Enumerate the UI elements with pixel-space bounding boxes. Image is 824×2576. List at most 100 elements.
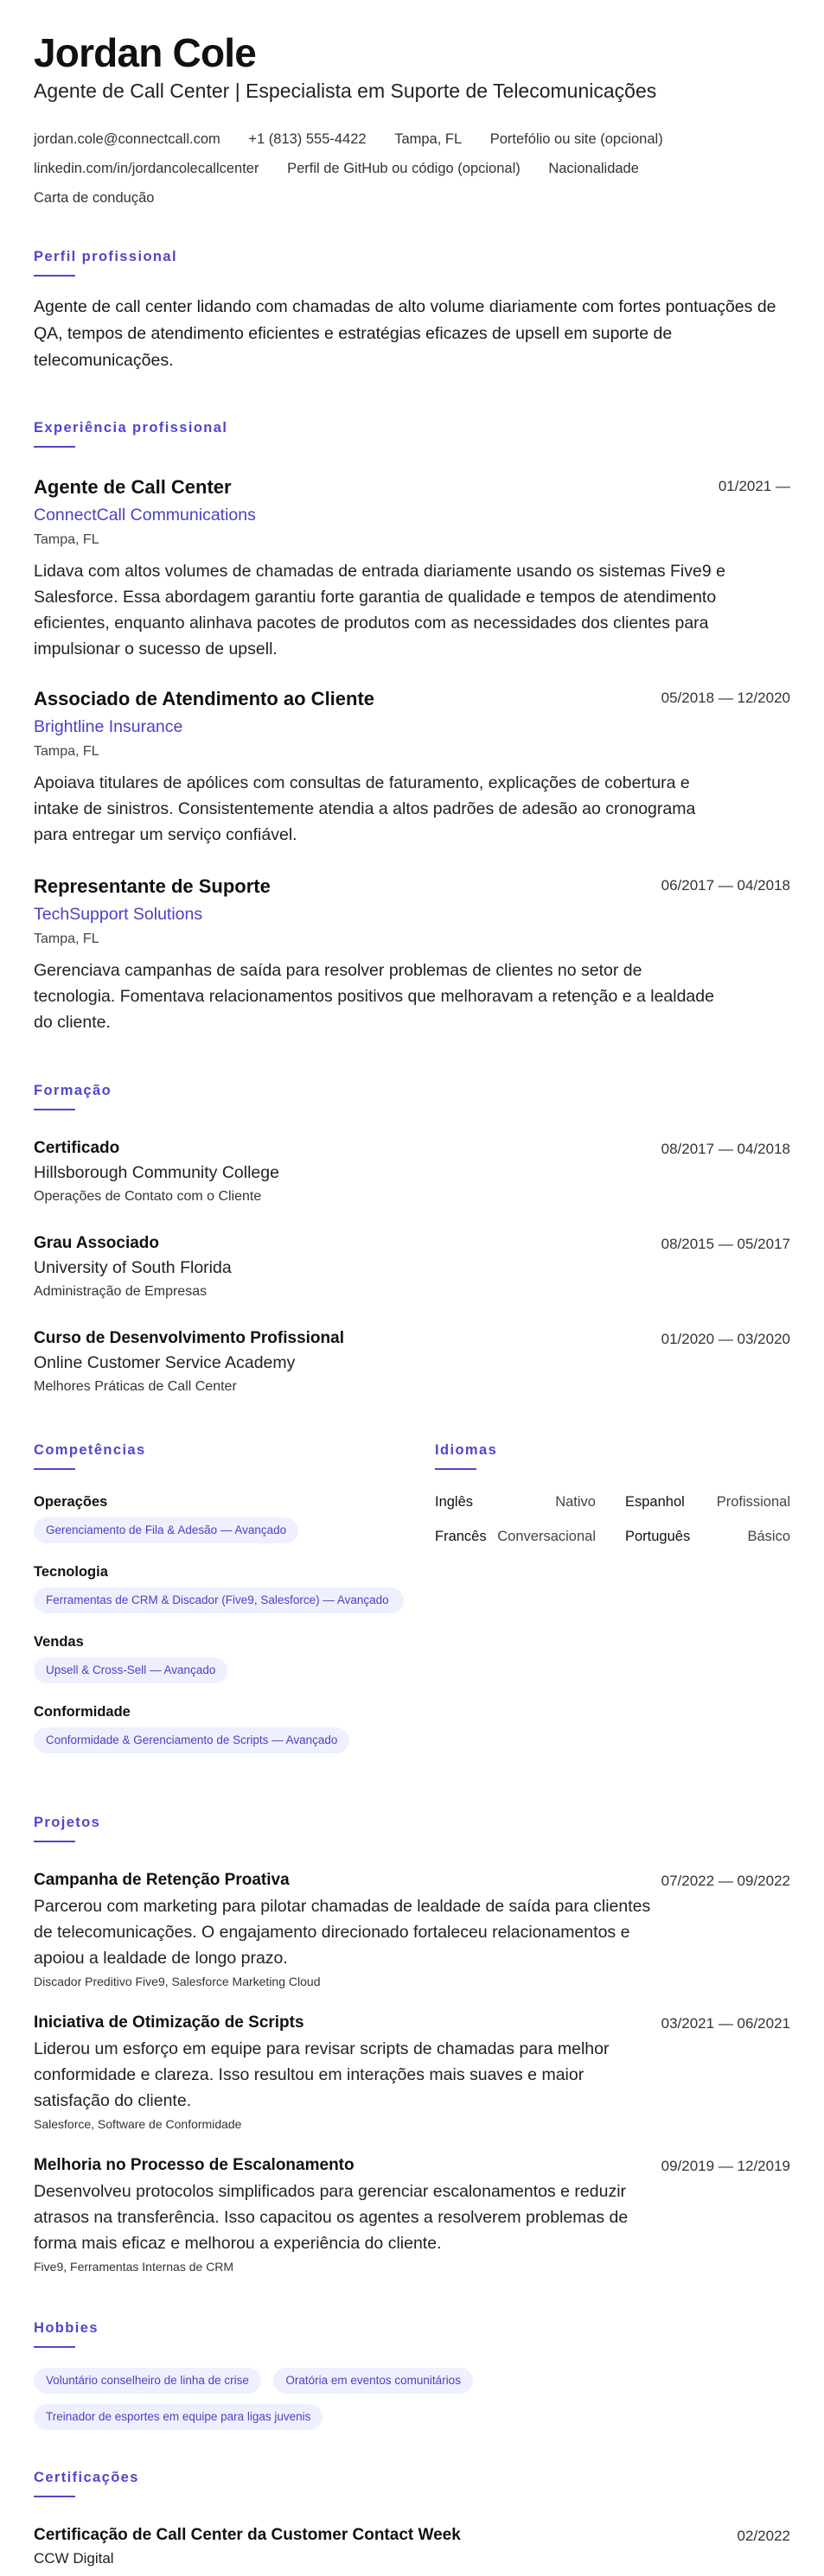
experience-entry: Agente de Call Center 01/2021 — ConnectC… — [34, 476, 790, 662]
experience-entry: Associado de Atendimento ao Cliente 05/2… — [34, 688, 790, 848]
section-title-profile: Perfil profissional — [34, 249, 177, 264]
section-divider — [34, 1468, 75, 1470]
skill-chip: Upsell & Cross-Sell — Avançado — [34, 1657, 228, 1683]
skill-category: Vendas — [34, 1634, 84, 1650]
education-field: Melhores Práticas de Call Center — [34, 1379, 237, 1394]
job-location: Tampa, FL — [34, 932, 99, 946]
skills-list: Operações Gerenciamento de Fila & Adesão… — [34, 1494, 414, 1774]
hobbies-list: Voluntário conselheiro de linha de crise… — [34, 2368, 790, 2440]
contact-location: Tampa, FL — [394, 131, 463, 147]
section-title-experience: Experiência profissional — [34, 420, 228, 436]
job-description: Gerenciava campanhas de saída para resol… — [34, 961, 714, 1032]
contact-driving-license: Carta de condução — [34, 190, 155, 206]
education-entry: Grau Associado 08/2015 — 05/2017 Univers… — [34, 1234, 790, 1300]
section-title-certifications: Certificações — [34, 2470, 139, 2485]
project-technologies: Discador Preditivo Five9, Salesforce Mar… — [34, 1975, 321, 1988]
project-dates: 09/2019 — 12/2019 — [661, 2158, 790, 2174]
contact-list: jordan.cole@connectcall.com +1 (813) 555… — [34, 124, 795, 213]
skill-category: Conformidade — [34, 1704, 131, 1720]
section-divider — [34, 1841, 75, 1842]
language-level: Nativo — [555, 1494, 596, 1510]
project-entry: Iniciativa de Otimização de Scripts 03/2… — [34, 2013, 790, 2131]
section-title-education: Formação — [34, 1083, 112, 1098]
skill-chip: Conformidade & Gerenciamento de Scripts … — [34, 1727, 350, 1753]
skill-chip: Ferramentas de CRM & Discador (Five9, Sa… — [34, 1587, 404, 1613]
contact-phone[interactable]: +1 (813) 555-4422 — [248, 124, 366, 154]
languages-table: Inglês Nativo Espanhol Profissional Fran… — [435, 1494, 790, 1563]
skill-category: Operações — [34, 1494, 108, 1510]
section-divider — [34, 2346, 75, 2348]
hobby-chip: Treinador de esportes em equipe para lig… — [34, 2404, 323, 2430]
project-technologies: Salesforce, Software de Conformidade — [34, 2117, 242, 2131]
project-entry: Campanha de Retenção Proativa 07/2022 — … — [34, 1871, 790, 1988]
education-dates: 08/2015 — 05/2017 — [661, 1236, 790, 1252]
profile-summary: Agente de call center lidando com chamad… — [34, 297, 776, 370]
language-level: Profissional — [716, 1494, 790, 1510]
job-location: Tampa, FL — [34, 744, 99, 759]
resume-page: Jordan Cole Agente de Call Center | Espe… — [0, 0, 824, 2576]
education-dates: 01/2020 — 03/2020 — [661, 1331, 790, 1347]
project-description: Liderou um esforço em equipe para revisa… — [34, 2039, 610, 2110]
skill-chip: Gerenciamento de Fila & Adesão — Avançad… — [34, 1517, 299, 1543]
job-description: Lidava com altos volumes de chamadas de … — [34, 562, 725, 658]
job-company: Brightline Insurance — [34, 717, 183, 736]
section-title-skills: Competências — [34, 1442, 146, 1458]
contact-portfolio[interactable]: Portefólio ou site (opcional) — [490, 124, 663, 154]
section-divider — [34, 275, 75, 277]
project-dates: 03/2021 — 06/2021 — [661, 2015, 790, 2032]
education-entry: Certificado 08/2017 — 04/2018 Hillsborou… — [34, 1139, 790, 1205]
skill-group: Operações Gerenciamento de Fila & Adesão… — [34, 1494, 414, 1543]
language-name: Francês — [435, 1529, 487, 1544]
project-description: Parcerou com marketing para pilotar cham… — [34, 1897, 651, 1968]
education-institution: Hillsborough Community College — [34, 1163, 279, 1182]
language-name: Português — [625, 1529, 691, 1544]
certification-date: 02/2022 — [737, 2528, 790, 2544]
job-company: ConnectCall Communications — [34, 506, 256, 525]
hobby-chip: Voluntário conselheiro de linha de crise — [34, 2368, 261, 2394]
job-company: TechSupport Solutions — [34, 905, 203, 924]
section-divider — [34, 2496, 75, 2497]
skill-group: Vendas Upsell & Cross-Sell — Avançado — [34, 1634, 414, 1683]
certification-entry: Certificação de Call Center da Customer … — [34, 2526, 790, 2567]
job-dates: 06/2017 — 04/2018 — [661, 877, 790, 894]
project-dates: 07/2022 — 09/2022 — [661, 1873, 790, 1889]
language-level: Conversacional — [497, 1529, 596, 1544]
language-name: Espanhol — [625, 1494, 685, 1510]
skill-category: Tecnologia — [34, 1564, 108, 1580]
certification-name: Certificação de Call Center da Customer … — [34, 2526, 461, 2544]
job-location: Tampa, FL — [34, 532, 99, 547]
section-title-projects: Projetos — [34, 1815, 101, 1830]
hobby-chip: Oratória em eventos comunitários — [273, 2368, 473, 2394]
section-title-languages: Idiomas — [435, 1442, 498, 1458]
section-title-hobbies: Hobbies — [34, 2320, 99, 2336]
section-divider — [34, 446, 75, 448]
job-dates: 05/2018 — 12/2020 — [661, 690, 790, 706]
education-institution: University of South Florida — [34, 1258, 232, 1277]
contact-github[interactable]: Perfil de GitHub ou código (opcional) — [287, 154, 521, 183]
contact-nationality: Nacionalidade — [548, 161, 639, 176]
project-description: Desenvolveu protocolos simplificados par… — [34, 2182, 629, 2253]
project-entry: Melhoria no Processo de Escalonamento 09… — [34, 2156, 790, 2274]
section-divider — [435, 1468, 476, 1470]
education-dates: 08/2017 — 04/2018 — [661, 1141, 790, 1157]
contact-email[interactable]: jordan.cole@connectcall.com — [34, 124, 220, 154]
candidate-name: Jordan Cole — [34, 30, 257, 75]
skill-group: Conformidade Conformidade & Gerenciament… — [34, 1704, 414, 1753]
skill-group: Tecnologia Ferramentas de CRM & Discador… — [34, 1564, 414, 1613]
language-row: Francês Conversacional Português Básico — [435, 1529, 790, 1563]
job-title: Agente de Call Center — [34, 476, 232, 498]
certification-issuer: CCW Digital — [34, 2550, 114, 2566]
education-field: Administração de Empresas — [34, 1284, 208, 1299]
education-entry: Curso de Desenvolvimento Profissional 01… — [34, 1329, 790, 1395]
contact-linkedin[interactable]: linkedin.com/in/jordancolecallcenter — [34, 154, 259, 183]
language-level: Básico — [747, 1529, 790, 1544]
job-description: Apoiava titulares de apólices com consul… — [34, 773, 696, 844]
candidate-headline: Agente de Call Center | Especialista em … — [34, 80, 657, 102]
section-divider — [34, 1109, 75, 1110]
experience-entry: Representante de Suporte 06/2017 — 04/20… — [34, 875, 790, 1035]
education-institution: Online Customer Service Academy — [34, 1353, 296, 1372]
language-row: Inglês Nativo Espanhol Profissional — [435, 1494, 790, 1529]
education-field: Operações de Contato com o Cliente — [34, 1189, 262, 1204]
project-technologies: Five9, Ferramentas Internas de CRM — [34, 2260, 234, 2274]
job-dates: 01/2021 — — [718, 478, 790, 494]
